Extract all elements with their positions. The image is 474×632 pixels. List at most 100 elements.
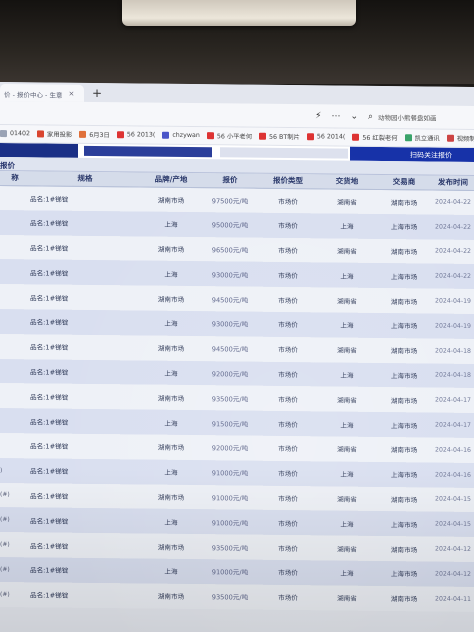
cell-brand: 湖南市场 xyxy=(140,285,202,312)
cell-type: 市场价 xyxy=(258,262,318,288)
bookmark-item[interactable]: 01402 xyxy=(0,130,30,137)
cell-spec: 品名:1#锑锭 xyxy=(30,532,140,559)
cell-delivery: 湖南省 xyxy=(318,485,376,512)
more-icon[interactable]: ⋯ xyxy=(331,111,340,121)
bookmark-label: 家用投影 xyxy=(47,131,73,139)
chevron-down-icon[interactable]: ⌄ xyxy=(350,111,358,121)
cell-dealer: 湖南市场 xyxy=(376,238,432,264)
new-tab-button[interactable]: + xyxy=(92,86,102,100)
cell-price: 93000元/吨 xyxy=(202,261,258,287)
column-header[interactable]: 交易商 xyxy=(376,174,432,190)
cell-name xyxy=(0,358,30,384)
bookmark-label: 56 2013( xyxy=(126,131,156,139)
bookmark-label: 6月3日 xyxy=(89,131,110,140)
bookmark-label: chzywan xyxy=(172,131,200,140)
cell-date: 2024-04-22 xyxy=(432,239,474,265)
cell-brand: 上海 xyxy=(140,310,202,336)
cell-dealer: 上海市场 xyxy=(376,362,432,388)
bookmark-item[interactable]: 家用投影 xyxy=(37,129,73,139)
cell-type: 市场价 xyxy=(258,386,318,412)
cell-delivery: 湖南省 xyxy=(318,337,376,363)
bookmark-item[interactable]: 56 BT制片 xyxy=(259,132,300,141)
cell-delivery: 上海 xyxy=(318,461,376,487)
cell-brand: 湖南市场 xyxy=(140,434,202,460)
cell-delivery: 上海 xyxy=(318,213,376,239)
banner-middle xyxy=(84,145,212,158)
column-header[interactable]: 规格 xyxy=(30,171,140,187)
bookmark-icon xyxy=(446,134,454,142)
cell-name xyxy=(0,308,30,335)
cell-dealer: 湖南市场 xyxy=(376,436,432,463)
tab-title: 价 - 报价中心 - 生意 xyxy=(4,91,63,100)
bookmark-item[interactable]: 视频制作 xyxy=(446,134,474,143)
cell-spec: 品名:1#锑锭 xyxy=(30,185,140,212)
cell-spec: 品名:1#锑锭 xyxy=(30,507,140,534)
bookmark-item[interactable]: 56 2013( xyxy=(116,131,156,139)
bookmark-item[interactable]: 56 2014( xyxy=(306,133,345,141)
cell-name: ) xyxy=(0,457,30,483)
cell-type: 市场价 xyxy=(258,435,318,462)
column-header[interactable]: 交货地 xyxy=(318,174,376,189)
bookmark-icon xyxy=(162,131,170,139)
table-row[interactable]: (#) 品名:1#锑锭 湖南市场 93500元/吨 市场价 湖南省 湖南市场 2024-04-… xyxy=(0,581,474,612)
cell-date: 2024-04-19 xyxy=(432,288,474,314)
cell-date: 2024-04-16 xyxy=(432,462,474,488)
cell-price: 97500元/吨 xyxy=(202,187,258,213)
column-header[interactable]: 发布时间 xyxy=(432,175,474,190)
search-placeholder: 动物园小熊餐盘如画 xyxy=(378,113,437,123)
cell-dealer: 湖南市场 xyxy=(376,536,432,562)
cell-brand: 湖南市场 xyxy=(140,384,202,411)
close-icon[interactable]: × xyxy=(68,90,74,102)
bookmark-icon xyxy=(79,130,87,138)
cell-delivery: 湖南省 xyxy=(318,436,376,462)
cell-dealer: 上海市场 xyxy=(376,412,432,438)
cell-brand: 湖南市场 xyxy=(140,583,202,609)
bookmark-label: 56 小平老何 xyxy=(216,133,253,141)
cell-name: (#) xyxy=(0,482,30,508)
column-header[interactable]: 品牌/产地 xyxy=(140,172,202,188)
cell-spec: 品名:1#锑锭 xyxy=(30,284,140,311)
search-box[interactable]: ⌕ 动物园小熊餐盘如画 xyxy=(368,108,468,125)
cell-type: 市场价 xyxy=(258,187,318,214)
cell-date: 2024-04-15 xyxy=(432,511,474,538)
cell-price: 91000元/吨 xyxy=(202,484,258,511)
column-header[interactable]: 报价 xyxy=(202,173,258,188)
cell-delivery: 上海 xyxy=(318,510,376,537)
cell-delivery: 湖南省 xyxy=(318,535,376,561)
bookmark-label: 凯立通讯 xyxy=(414,135,440,143)
column-header[interactable]: 报价类型 xyxy=(258,173,318,189)
bookmark-item[interactable]: 56 小平老何 xyxy=(206,131,253,141)
cell-spec: 品名:1#锑锭 xyxy=(30,383,140,410)
cell-spec: 品名:1#锑锭 xyxy=(30,582,140,609)
cell-delivery: 湖南省 xyxy=(318,188,376,214)
tab-quote-center[interactable]: 价 - 报价中心 - 生意 × xyxy=(0,84,84,102)
banner-right[interactable]: 扫码关注报价 xyxy=(350,146,474,162)
cell-dealer: 上海市场 xyxy=(376,263,432,289)
cell-type: 市场价 xyxy=(258,510,318,536)
column-header[interactable]: 称 xyxy=(0,171,30,186)
cell-spec: 品名:1#锑锭 xyxy=(30,358,140,385)
cell-type: 市场价 xyxy=(258,485,318,511)
cell-price: 94500元/吨 xyxy=(202,335,258,362)
cell-date: 2024-04-11 xyxy=(432,586,474,612)
cell-delivery: 湖南省 xyxy=(318,287,376,313)
cell-type: 市场价 xyxy=(258,311,318,338)
cell-name xyxy=(0,383,30,409)
cell-dealer: 上海市场 xyxy=(376,461,432,488)
bookmark-item[interactable]: 凯立通讯 xyxy=(404,133,440,143)
cell-dealer: 湖南市场 xyxy=(376,585,432,612)
cell-brand: 湖南市场 xyxy=(140,484,202,510)
table-body: 品名:1#锑锭 湖南市场 97500元/吨 市场价 湖南省 湖南市场 2024-04-22 品… xyxy=(0,185,474,612)
cell-type: 市场价 xyxy=(258,286,318,313)
bookmark-item[interactable]: 56 红裂老何 xyxy=(352,133,398,142)
lightning-icon[interactable]: ⚡ xyxy=(315,111,321,121)
bookmark-item[interactable]: chzywan xyxy=(162,131,200,140)
bookmark-item[interactable]: 6月3日 xyxy=(79,130,110,139)
cell-brand: 湖南市场 xyxy=(140,236,202,262)
quote-table: 称规格 品牌/产地 报价 报价类型 交货地 交易商 发布时间 品名:1#锑锭 湖南市场 9750… xyxy=(0,171,474,612)
cell-price: 91000元/吨 xyxy=(202,509,258,535)
cell-spec: 品名:1#锑锭 xyxy=(30,408,140,435)
cell-date: 2024-04-16 xyxy=(432,437,474,463)
cell-dealer: 上海市场 xyxy=(376,511,432,537)
cell-price: 92000元/吨 xyxy=(202,435,258,461)
